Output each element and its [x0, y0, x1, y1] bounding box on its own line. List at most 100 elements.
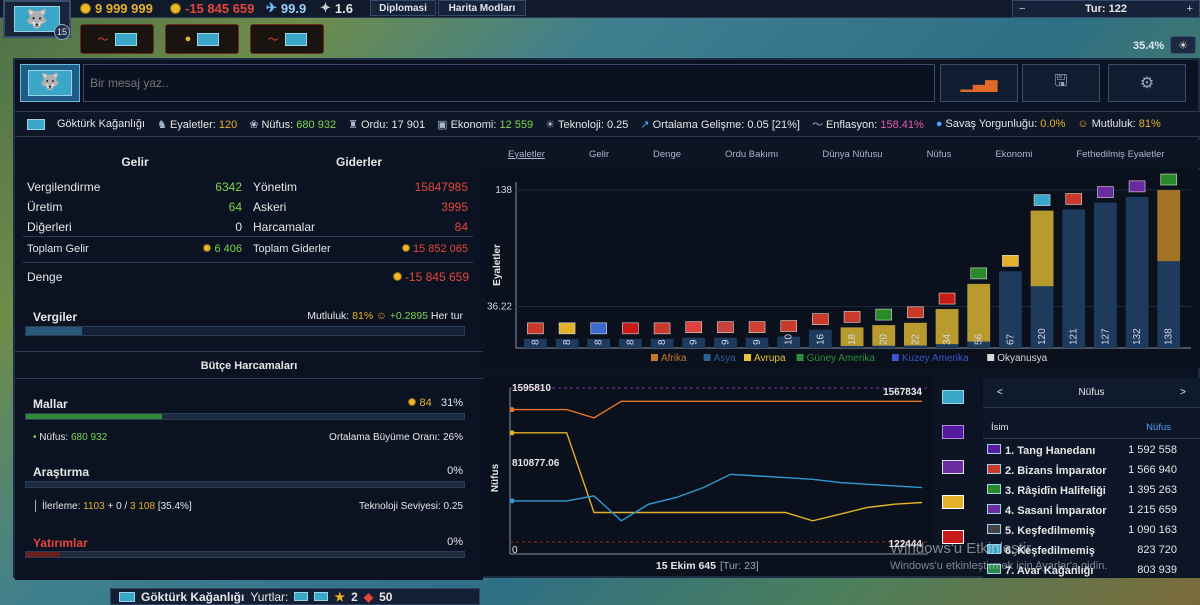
speed-display: ✈ 99.9: [266, 0, 306, 16]
population-line-chart: 1595810810877.0601567834122444Nüfus15 Ek…: [490, 383, 928, 572]
activation-watermark-text: Windows'u etkinleştirmek için Ayarlar'a …: [890, 560, 1108, 572]
bar-flag-icon: [970, 267, 988, 280]
chart-tabs: Eyaletler Gelir Denge Ordu Bakımı Dünya …: [486, 140, 1200, 168]
bar-value-label: 9: [720, 339, 731, 345]
series-line: [512, 473, 923, 522]
legend-swatch: [796, 354, 804, 361]
tab-army-upkeep[interactable]: Ordu Bakımı: [703, 149, 800, 160]
income-row: Diğerleri 0: [27, 220, 242, 234]
tax-slider[interactable]: [25, 326, 465, 336]
diplomacy-button[interactable]: Diplomasi: [370, 0, 436, 16]
homelands-label: Yurtlar:: [250, 589, 289, 604]
ranking-value: 803 939: [1137, 564, 1177, 576]
tang-flag-icon[interactable]: [942, 425, 964, 439]
bar-flag-icon: [1033, 194, 1051, 206]
gokturk-flag-icon[interactable]: [942, 390, 964, 404]
research-slider[interactable]: [25, 481, 465, 488]
tab-conquered[interactable]: Fethedilmiş Eyaletler: [1054, 149, 1186, 160]
tab-alliance[interactable]: 〜: [250, 24, 324, 54]
budget-panel: Gelir Giderler Vergilendirme 6342 Üretim 6…: [15, 140, 483, 580]
ranking-prev-button[interactable]: <: [997, 387, 1003, 398]
ranking-row[interactable]: 3. Râşidîn Halifeliği 1 395 263: [987, 484, 1197, 497]
max-point-label: 1567834: [883, 387, 922, 398]
tab-population[interactable]: Nüfus: [905, 149, 974, 160]
expense-row: Harcamalar 84: [253, 220, 468, 234]
chat-flag-button[interactable]: 🐺: [20, 64, 80, 102]
tab-economy[interactable]: Ekonomi: [973, 149, 1054, 160]
bar[interactable]: [1062, 209, 1086, 348]
save-button[interactable]: 🖫: [1022, 64, 1100, 102]
plane-icon: ✈: [266, 0, 277, 15]
bar-value-label: 138: [1164, 328, 1175, 345]
country-flag-icon: [987, 464, 1001, 474]
ranking-row[interactable]: 5. Keşfedilmemiş 1 090 163: [987, 524, 1197, 537]
bar-flag-icon: [685, 321, 703, 333]
dove-icon: ✦: [320, 0, 331, 15]
bar-value-label: 10: [784, 333, 795, 345]
bar-flag-icon: [812, 313, 829, 325]
research-info: │ İlerleme: 1103 + 0 / 3 108 [35.4%] Tekn…: [33, 501, 463, 512]
bar-value-label: 34: [942, 333, 953, 345]
tab-balance[interactable]: Denge: [631, 149, 703, 160]
ranking-row[interactable]: 2. Bizans İmparator 1 566 940: [987, 464, 1197, 477]
spending-title: Bütçe Harcamaları: [200, 360, 298, 372]
inflation-icon: 〜: [811, 119, 823, 131]
date-panel: − Tur: 122 +: [1012, 0, 1200, 18]
activation-watermark-title: Windows'u Etkinleştir: [890, 540, 1032, 557]
research-row: Araştırma 0%: [33, 465, 463, 479]
bar[interactable]: [1125, 196, 1149, 348]
expense-row: Yönetim 15847985: [253, 180, 468, 194]
total-expense: Toplam Giderler 15 852 065: [253, 243, 468, 255]
ranking-country-name: 2. Bizans İmparator: [1005, 465, 1107, 477]
ranking-row[interactable]: 1. Tang Hanedanı 1 592 558: [987, 444, 1197, 457]
bar-flag-icon: [1160, 173, 1178, 186]
tab-trade[interactable]: ●: [165, 24, 239, 54]
tab-war[interactable]: 〜: [80, 24, 154, 54]
series-start-point: [509, 407, 515, 413]
ranking-row[interactable]: 4. Sasani İmparator 1 215 659: [987, 504, 1197, 517]
ranking-value: 1 395 263: [1128, 484, 1177, 496]
ranking-value: 1 592 558: [1128, 444, 1177, 456]
stats-button[interactable]: ▁▃▅: [940, 64, 1018, 102]
investments-slider[interactable]: [25, 551, 465, 558]
smiley-icon: ☺: [1077, 118, 1089, 130]
legend-label: Kuzey Amerika: [902, 353, 969, 364]
legend-label: Avrupa: [754, 353, 786, 364]
ranking-country-name: 4. Sasani İmparator: [1005, 505, 1107, 517]
tab-world-population[interactable]: Dünya Nüfusu: [800, 149, 904, 160]
map-modes-button[interactable]: Harita Modları: [438, 0, 526, 16]
income-row: Vergilendirme 6342: [27, 180, 242, 194]
lightbulb-icon: ☀: [545, 118, 556, 131]
tab-provinces[interactable]: Eyaletler: [486, 149, 567, 160]
balance-value: -15 845 659: [185, 0, 255, 16]
bar[interactable]: [1094, 202, 1117, 348]
sun-flag-icon[interactable]: [942, 495, 964, 509]
sasanian-flag-icon[interactable]: [942, 460, 964, 474]
date-prev-button[interactable]: −: [1019, 3, 1025, 15]
ratio-value: 1.6: [334, 0, 353, 16]
settings-button[interactable]: ⚙: [1108, 64, 1186, 102]
economy-icon: ▣: [437, 118, 448, 131]
gokturk-flag-icon: 🐺: [14, 6, 60, 32]
bar-segment: [967, 283, 991, 342]
chat-input[interactable]: [83, 64, 935, 102]
ranking-value: 1 215 659: [1128, 504, 1177, 516]
tab-income[interactable]: Gelir: [567, 149, 631, 160]
y-mid-label: 810877.06: [512, 458, 560, 469]
trend-icon: ↗: [640, 118, 650, 131]
goods-slider[interactable]: [25, 413, 465, 420]
series-start-point: [509, 430, 515, 436]
ranking-next-button[interactable]: >: [1180, 387, 1186, 398]
bar-value-label: 9: [689, 339, 700, 345]
date-next-button[interactable]: +: [1187, 3, 1193, 15]
legend-label: Afrika: [661, 353, 687, 364]
lightbulb-button[interactable]: ☀: [1170, 36, 1196, 54]
country-flag-icon: [987, 444, 1001, 454]
bar-value-label: 8: [594, 339, 605, 345]
total-income: Toplam Gelir 6 406: [27, 243, 242, 255]
legend-label: Asya: [714, 353, 737, 364]
bar-value-label: 67: [1005, 333, 1016, 345]
x-axis-turn-label: [Tur: 23]: [720, 560, 759, 572]
ranking-value: 1 090 163: [1128, 524, 1177, 536]
y-tick-label: 36.22: [487, 302, 512, 313]
